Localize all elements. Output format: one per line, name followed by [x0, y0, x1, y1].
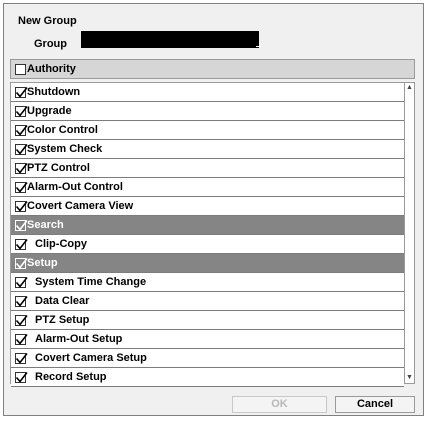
- list-item[interactable]: Data Clear: [11, 292, 404, 311]
- list-item[interactable]: Alarm-Out Setup: [11, 330, 404, 349]
- checkbox[interactable]: [15, 219, 28, 231]
- checkbox[interactable]: [15, 181, 28, 193]
- list-item[interactable]: System Time Change: [11, 273, 404, 292]
- list-item[interactable]: Upgrade: [11, 102, 404, 121]
- list-item-label: Data Clear: [35, 295, 90, 307]
- checkbox[interactable]: [15, 86, 28, 98]
- checkbox[interactable]: [15, 276, 28, 288]
- checkbox[interactable]: [15, 314, 28, 326]
- checkmark-icon: [15, 162, 28, 174]
- checkmark-icon: [15, 238, 28, 250]
- checkmark-icon: [15, 143, 28, 155]
- list-item-label: Covert Camera View: [27, 200, 134, 212]
- group-label: Group: [34, 38, 67, 50]
- text-cursor: [256, 46, 261, 47]
- list-item[interactable]: Covert Camera Setup: [11, 349, 404, 368]
- list-item-label: Upgrade: [27, 105, 72, 117]
- list-section-header[interactable]: Search: [11, 216, 404, 235]
- list-item[interactable]: System Check: [11, 140, 404, 159]
- checkbox[interactable]: [15, 200, 28, 212]
- ok-button[interactable]: OK: [232, 396, 327, 413]
- scroll-up-arrow-icon[interactable]: ▲: [405, 83, 414, 93]
- list-item-label: Color Control: [27, 124, 98, 136]
- list-item-label: Alarm-Out Setup: [35, 333, 123, 345]
- list-item-label: System Time Change: [35, 276, 147, 288]
- list-item-label: PTZ Setup: [35, 314, 90, 326]
- checkbox[interactable]: [15, 162, 28, 174]
- checkmark-icon: [15, 333, 28, 345]
- list-item[interactable]: Alarm-Out Control: [11, 178, 404, 197]
- list-item-label: PTZ Control: [27, 162, 90, 174]
- list-item-label: Alarm-Out Control: [27, 181, 123, 193]
- permission-list: Shutdown Upgrade Color Control System Check…: [10, 82, 405, 387]
- checkmark-icon: [15, 352, 28, 364]
- list-item-label: Record Setup: [35, 371, 107, 383]
- list-item-label: Covert Camera Setup: [35, 352, 147, 364]
- list-item[interactable]: PTZ Setup: [11, 311, 404, 330]
- checkmark-icon: [15, 105, 28, 117]
- list-item-label: Clip-Copy: [35, 238, 87, 250]
- checkmark-icon: [15, 276, 28, 288]
- checkmark-icon: [15, 181, 28, 193]
- list-item[interactable]: Clip-Copy: [11, 235, 404, 254]
- scroll-down-arrow-icon[interactable]: ▼: [405, 373, 414, 383]
- checkbox[interactable]: [15, 352, 28, 364]
- list-item[interactable]: Shutdown: [11, 83, 404, 102]
- checkbox[interactable]: [15, 371, 28, 383]
- checkmark-icon: [15, 295, 28, 307]
- list-scrollbar[interactable]: ▲ ▼: [405, 82, 415, 384]
- checkmark-icon: [15, 124, 28, 136]
- checkbox[interactable]: [15, 257, 28, 269]
- checkmark-icon: [15, 200, 28, 212]
- checkbox[interactable]: [15, 333, 28, 345]
- checkbox[interactable]: [15, 295, 28, 307]
- list-item[interactable]: Covert Camera View: [11, 197, 404, 216]
- list-section-header[interactable]: Setup: [11, 254, 404, 273]
- authority-header[interactable]: Authority: [10, 59, 415, 79]
- checkbox[interactable]: [15, 124, 28, 136]
- checkmark-icon: [15, 257, 28, 269]
- group-name-input[interactable]: [81, 31, 259, 48]
- list-item-label: Search: [27, 219, 64, 231]
- list-item[interactable]: Color Control: [11, 121, 404, 140]
- authority-label: Authority: [27, 63, 76, 75]
- list-item[interactable]: PTZ Control: [11, 159, 404, 178]
- checkmark-icon: [15, 219, 28, 231]
- cancel-button[interactable]: Cancel: [335, 396, 415, 413]
- checkmark-icon: [15, 314, 28, 326]
- list-item[interactable]: Record Setup: [11, 368, 404, 387]
- list-item-label: Setup: [27, 257, 58, 269]
- authority-checkbox[interactable]: [15, 63, 26, 75]
- checkbox[interactable]: [15, 238, 28, 250]
- checkbox[interactable]: [15, 105, 28, 117]
- checkmark-icon: [15, 86, 28, 98]
- list-item-label: Shutdown: [27, 86, 81, 98]
- checkmark-icon: [15, 371, 28, 383]
- dialog-title: New Group: [18, 15, 77, 27]
- list-item-label: System Check: [27, 143, 103, 155]
- checkbox[interactable]: [15, 143, 28, 155]
